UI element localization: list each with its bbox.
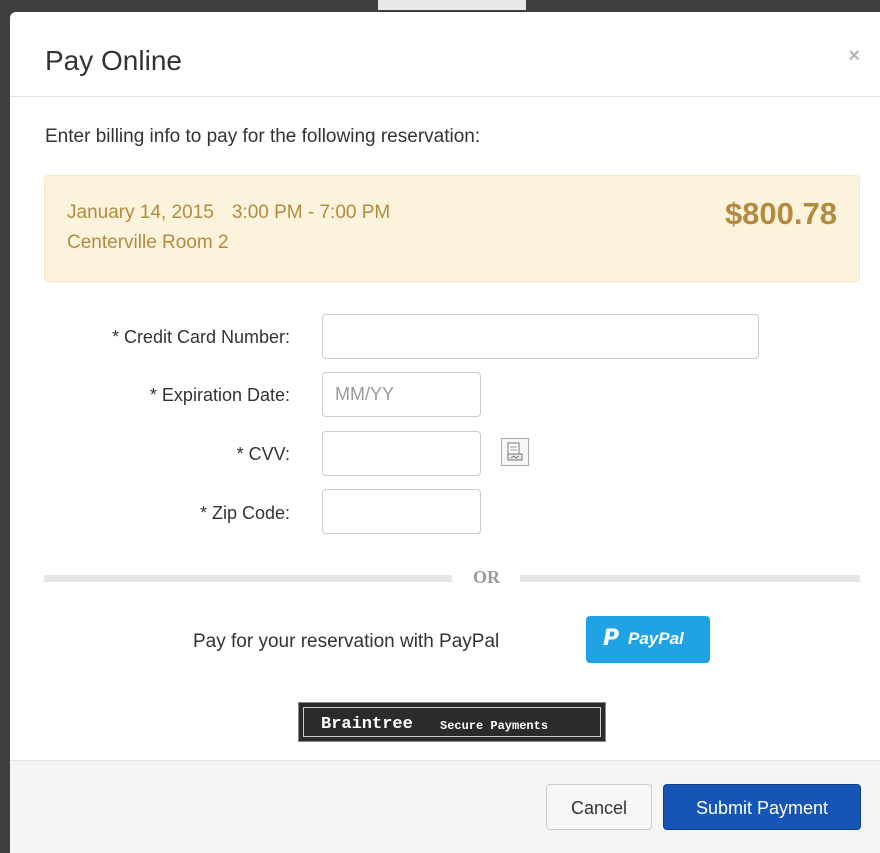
braintree-badge-frame: Braintree Secure Payments (303, 707, 601, 737)
reservation-summary: January 14, 2015 3:00 PM - 7:00 PM Center… (44, 175, 860, 282)
paypal-logo-icon: P (603, 626, 620, 651)
reservation-amount: $800.78 (724, 196, 837, 231)
expiration-label: * Expiration Date: (149, 385, 290, 405)
dialog-footer: Cancel Submit Payment (10, 760, 880, 853)
backdrop-strip (378, 0, 526, 10)
intro-text: Enter billing info to pay for the follow… (45, 126, 481, 147)
or-divider: OR (44, 567, 860, 602)
expiration-input[interactable] (322, 372, 481, 417)
cancel-button[interactable]: Cancel (546, 784, 652, 830)
paypal-button[interactable]: P PayPal (586, 616, 710, 663)
paypal-button-label: PayPal (628, 629, 684, 648)
braintree-badge[interactable]: Braintree Secure Payments (298, 702, 606, 742)
reservation-time: 3:00 PM - 7:00 PM (231, 202, 391, 223)
paypal-prompt: Pay for your reservation with PayPal (193, 631, 500, 652)
divider-line-right (520, 575, 860, 582)
reservation-date: January 14, 2015 (67, 202, 214, 223)
braintree-name: Braintree (321, 715, 413, 734)
cvv-input[interactable] (322, 431, 481, 476)
submit-payment-button[interactable]: Submit Payment (663, 784, 861, 830)
close-icon[interactable]: × (848, 46, 860, 66)
card-number-input[interactable] (322, 314, 759, 359)
pay-online-dialog: Pay Online × Enter billing info to pay f… (10, 12, 880, 853)
dialog-header: Pay Online × (10, 12, 880, 97)
divider-line-left (44, 575, 452, 582)
dialog-title: Pay Online (45, 45, 182, 76)
card-number-label: * Credit Card Number: (111, 327, 290, 347)
reservation-room: Centerville Room 2 (67, 232, 229, 253)
card-icon[interactable] (501, 438, 529, 466)
or-text: OR (473, 567, 500, 587)
zip-input[interactable] (322, 489, 481, 534)
reservation-datetime: January 14, 2015 3:00 PM - 7:00 PM (67, 201, 390, 225)
zip-label: * Zip Code: (199, 503, 290, 523)
cvv-label: * CVV: (236, 444, 290, 464)
braintree-tagline: Secure Payments (440, 719, 549, 733)
